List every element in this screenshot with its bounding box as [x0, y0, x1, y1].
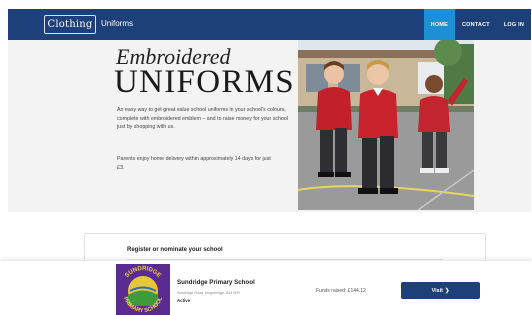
school-result-bar: SUNDRIDGE PRIMARY SCHOOL Sundridge Prima… — [0, 261, 532, 315]
logo-text: Clothing — [47, 19, 93, 30]
hero-banner: Embroidered UNIFORMS An easy way to get … — [8, 40, 531, 212]
school-crest: SUNDRIDGE PRIMARY SCHOOL — [116, 264, 170, 315]
hero-delivery-text: Parents enjoy home delivery within appro… — [117, 156, 271, 171]
hero-heading-line2: UNIFORMS — [114, 64, 295, 100]
school-address: Sundridge Road, Kingsbridge, B44 9HY — [177, 291, 241, 295]
register-title[interactable]: Register or nominate your school — [127, 247, 223, 253]
top-navigation-bar: Clothing Uniforms HOME CONTACT LOG IN — [8, 9, 531, 40]
main-nav: HOME CONTACT LOG IN — [423, 9, 531, 40]
school-status: Active — [177, 298, 191, 303]
school-name: Sundridge Primary School — [177, 279, 255, 286]
nav-home-link[interactable]: HOME — [423, 9, 455, 40]
funds-raised: Funds raised: £144.12 — [316, 288, 366, 294]
nav-login-link[interactable]: LOG IN — [497, 9, 531, 40]
logo[interactable]: Clothing — [44, 15, 96, 34]
site-title: Uniforms — [101, 19, 134, 28]
visit-button-label: Visit — [431, 287, 443, 294]
hero-photo — [298, 40, 474, 210]
nav-contact-link[interactable]: CONTACT — [455, 9, 497, 40]
visit-button[interactable]: Visit ❯ — [401, 282, 480, 299]
divider — [127, 259, 443, 260]
chevron-right-icon: ❯ — [444, 287, 450, 294]
hero-description: An easy way to get great value school un… — [117, 107, 289, 131]
